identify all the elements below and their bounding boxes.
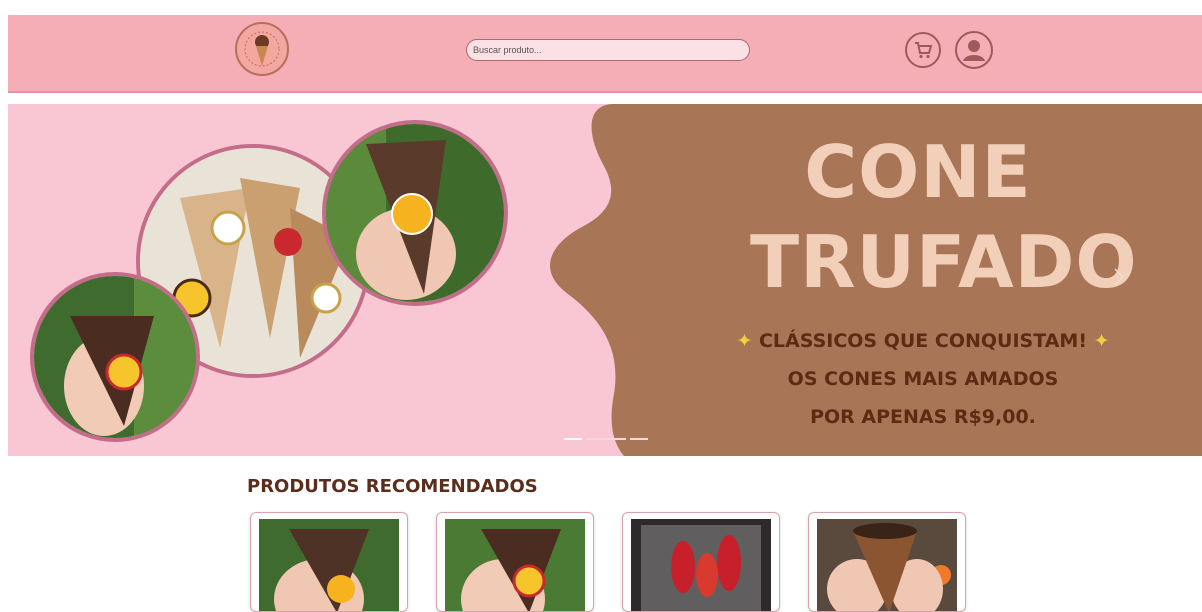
banner-subtitle-line-2: OS CONES MAIS AMADOS (787, 368, 1059, 390)
product-card[interactable] (622, 512, 780, 612)
hero-banner: CONE TRUFADO ✦ CLÁSSICOS QUE CONQUISTAM!… (8, 104, 1202, 456)
product-image (631, 519, 771, 611)
sparkle-icon: ✦ (736, 330, 753, 352)
product-image (817, 519, 957, 611)
cone-ninho-image (34, 276, 196, 438)
banner-subtitle: ✦ CLÁSSICOS QUE CONQUISTAM! ✦ OS CONES M… (728, 322, 1118, 436)
brand-logo[interactable] (235, 22, 289, 76)
product-card[interactable] (808, 512, 966, 612)
banner-title-line-1: CONE (804, 130, 1032, 214)
chevron-right-icon (1114, 268, 1125, 286)
banner-title-line-2: TRUFADO (750, 220, 1138, 304)
carousel-indicators (564, 438, 648, 440)
product-image (259, 519, 399, 611)
cone-photo-circle-4 (322, 120, 508, 306)
cart-icon (915, 42, 933, 59)
cone-logo-icon (238, 25, 286, 73)
banner-subtitle-line-3: POR APENAS R$9,00. (810, 406, 1036, 428)
banner-subtitle-text-1: CLÁSSICOS QUE CONQUISTAM! (758, 330, 1087, 352)
carousel-dot-2[interactable] (586, 438, 626, 440)
carousel-dot-3[interactable] (630, 438, 648, 440)
banner-title: CONE TRUFADO (750, 130, 1138, 304)
recommended-products-title: PRODUTOS RECOMENDADOS (247, 476, 538, 497)
user-icon (963, 40, 985, 61)
user-account-button[interactable] (955, 31, 993, 69)
site-header (8, 15, 1202, 93)
search-input[interactable] (466, 39, 750, 61)
banner-next-button[interactable] (1106, 264, 1132, 290)
product-card[interactable] (250, 512, 408, 612)
product-image (445, 519, 585, 611)
banner-subtitle-line-1: ✦ CLÁSSICOS QUE CONQUISTAM! ✦ (728, 322, 1118, 360)
cone-in-hand-image (326, 124, 504, 302)
sparkle-icon: ✦ (1093, 330, 1110, 352)
carousel-dot-1[interactable] (564, 438, 582, 440)
cart-button[interactable] (905, 32, 941, 68)
cone-photo-circle-1 (30, 272, 200, 442)
product-card[interactable] (436, 512, 594, 612)
